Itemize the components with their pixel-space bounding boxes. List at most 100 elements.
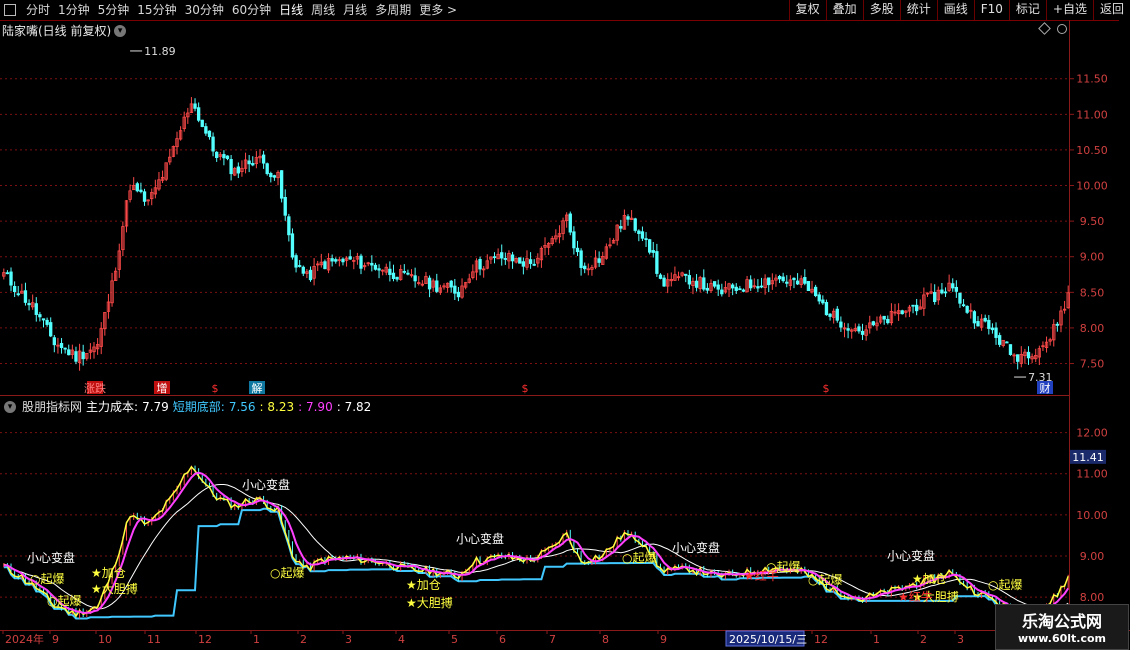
event-label: $ [212,382,219,395]
candle-body [694,280,699,288]
x-tick-label: 9 [52,633,59,646]
candle-body [222,154,226,159]
candle-body [196,107,201,121]
candle-body [247,160,251,165]
x-tick-label: 11 [147,633,161,646]
candle-body [456,291,461,298]
candle-body [965,305,969,313]
candle-body [74,351,78,362]
candle-body [781,276,785,282]
candle-body [655,251,659,274]
signal-xiaoxin: 小心变盘 [242,477,290,492]
candle-body [388,268,392,275]
candle-body [976,321,980,327]
candle-body [730,284,735,289]
candle-body [427,277,432,290]
candle-body [279,170,284,199]
candle-body [215,151,219,159]
candle-body [640,231,645,239]
signal-hongniu: ★红牛 [898,589,933,604]
candle-body [940,289,944,294]
signal-xiaoxin: 小心变盘 [887,548,935,563]
value-5: : 7.82 [336,399,372,414]
value-4: : 7.90 [298,399,333,414]
candle-body [684,273,688,276]
candle-body [308,269,313,281]
candle-body [204,126,208,134]
candle-body [269,173,273,178]
candle-body [795,280,800,285]
x-tick-label: 3 [957,633,964,646]
candle-body [27,303,31,306]
x-tick-label: 2024年 [5,632,44,646]
candle-body [734,286,738,291]
candle-body [453,285,457,294]
kline-chart[interactable]: 11.50 11.00 10.50 10.00 9.50 9.00 8.50 8.00 7.50… [0,0,1130,650]
candle-body [395,276,399,280]
candle-body [229,158,233,175]
candle-body [1026,351,1031,359]
candle-body [503,258,507,260]
candle-body [510,254,515,262]
price-axis-line [1069,20,1070,630]
candle-body [406,272,410,275]
indicator-name[interactable]: 股朋指标网 [22,398,82,415]
x-tick-label: 12 [198,633,212,646]
candle-body [373,264,378,270]
y-tick-label: 7.50 [1080,358,1105,371]
x-tick-label: 12 [814,633,828,646]
circle-icon[interactable] [1057,24,1067,34]
candle-body [49,322,53,337]
x-tick-label: 1 [253,633,260,646]
x-tick-label: 9 [660,633,667,646]
x-tick-label: 3 [345,633,352,646]
y-tick-label: 11.00 [1076,108,1108,121]
watermark-title: 乐淘公式网 [1021,612,1102,631]
candle-body [518,257,522,264]
candle-body [359,255,363,269]
candle-body [994,327,998,338]
candle-body [900,310,904,315]
signal-xiaoxin: 小心变盘 [672,540,720,555]
candle-body [261,154,266,164]
chevron-down-icon[interactable]: ▾ [4,400,16,413]
candle-body [958,292,962,304]
signal-dadanbo: ★大胆搏 [406,596,453,610]
signal-xiaoxin: 小心变盘 [456,531,504,546]
candle-body [9,271,13,286]
chevron-down-icon[interactable]: ▾ [114,24,127,37]
y-tick-label: 8.50 [1080,286,1105,299]
right-edge-strip [1119,20,1130,630]
signal-jiacang: ★加仓 [91,566,126,580]
candle-body [492,256,497,259]
x-tick-label: 10 [98,633,112,646]
watermark-logo: 乐淘公式网 www.60lt.com [995,604,1129,650]
candle-body [370,262,374,266]
signal-dadanbo: ★大胆搏 [91,582,138,596]
candle-body [200,119,204,127]
candle-body [882,315,886,320]
candle-body [348,256,352,260]
y-tick-label: 9.00 [1080,251,1105,264]
candle-body [687,275,692,285]
candle-body [738,288,742,291]
candle-body [5,272,10,275]
candle-body [12,286,17,293]
indicator-y-label: 9.00 [1080,550,1105,563]
candle-body [716,284,720,290]
candle-body [1005,341,1009,344]
candle-body [236,166,240,174]
candle-body [824,302,829,316]
signal-qibao: ○起爆 [766,560,800,574]
candle-body [828,313,832,317]
candle-body [951,283,955,289]
candle-body [521,261,526,267]
candle-body [294,255,298,268]
candle-body [702,277,706,290]
candle-body [323,261,327,270]
candle-body [933,292,937,302]
candle-body [846,328,850,331]
candle-body [857,326,861,332]
candle-body [575,247,580,253]
event-label: $ [823,382,830,395]
